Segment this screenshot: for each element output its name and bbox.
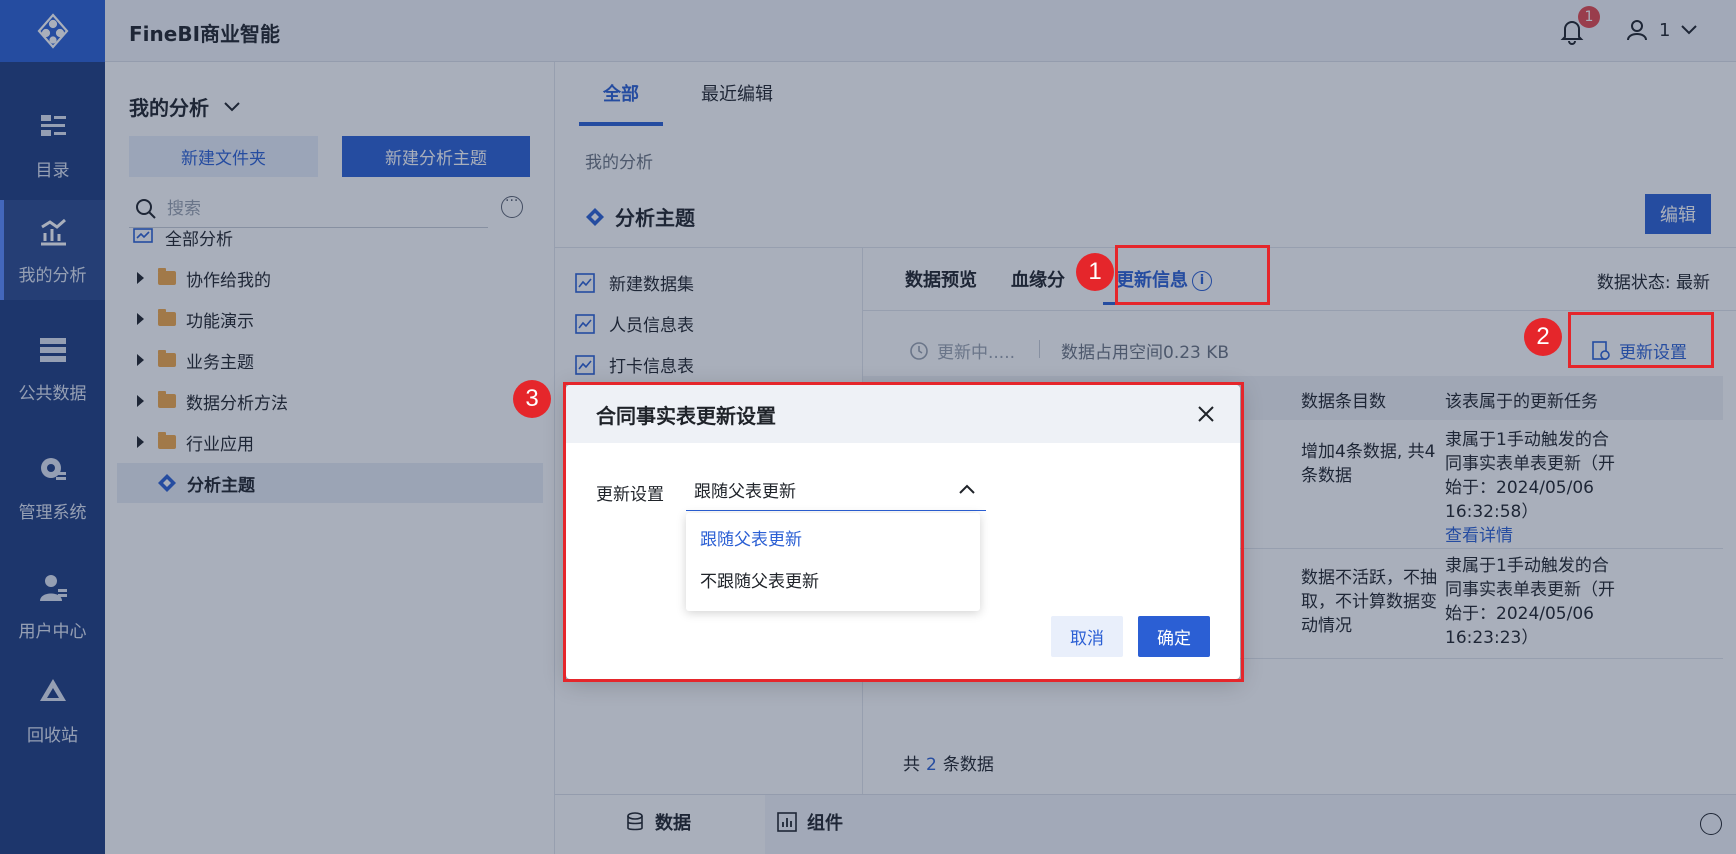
highlight-box-2 [1568, 312, 1714, 368]
annotation-badge-2: 2 [1524, 318, 1562, 356]
annotation-badge-1: 1 [1076, 253, 1114, 291]
annotation-badge-3: 3 [513, 380, 551, 418]
highlight-box-1 [1115, 245, 1270, 305]
highlight-box-3 [563, 382, 1244, 682]
